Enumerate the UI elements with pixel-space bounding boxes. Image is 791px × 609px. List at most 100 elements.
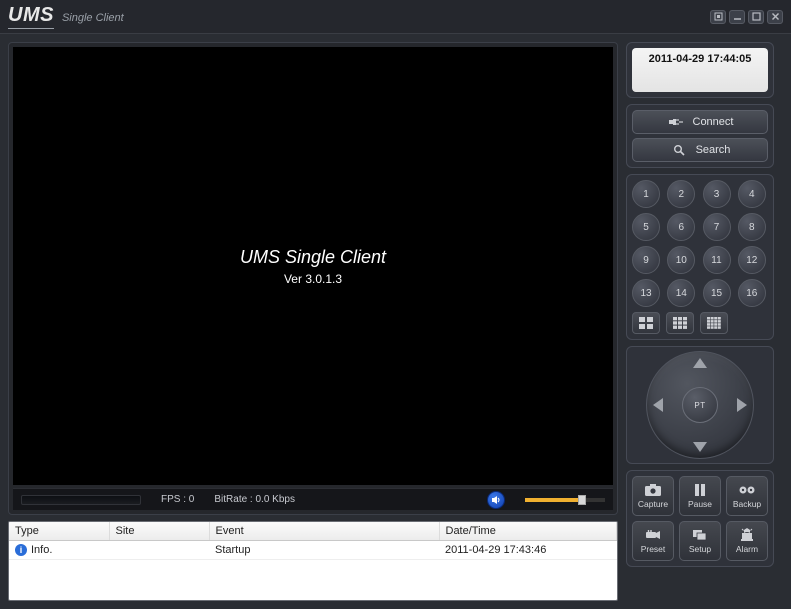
volume-thumb[interactable] <box>578 495 586 505</box>
channel-9[interactable]: 9 <box>632 246 660 274</box>
connect-label: Connect <box>693 116 734 128</box>
status-bar: FPS : 0 BitRate : 0.0 Kbps <box>13 488 613 510</box>
tool-panel: Capture Pause Backup Preset Setup <box>626 470 774 567</box>
clock-display: 2011-04-29 17:44:05 <box>632 48 768 92</box>
title-bar: UMS Single Client <box>0 0 791 34</box>
channel-panel: 1 2 3 4 5 6 7 8 9 10 11 12 13 14 15 16 <box>626 174 774 340</box>
col-site[interactable]: Site <box>109 522 209 541</box>
info-icon: i <box>15 544 27 556</box>
plug-icon <box>667 117 685 127</box>
pause-icon <box>694 484 706 496</box>
connect-button[interactable]: Connect <box>632 110 768 134</box>
cell-site <box>109 541 209 560</box>
ptz-panel: PT <box>626 346 774 464</box>
channel-2[interactable]: 2 <box>667 180 695 208</box>
minimize-button[interactable] <box>729 10 745 24</box>
arrow-right-icon <box>737 398 747 412</box>
channel-11[interactable]: 11 <box>703 246 731 274</box>
pause-label: Pause <box>688 499 712 509</box>
video-panel: UMS Single Client Ver 3.0.1.3 FPS : 0 Bi… <box>8 42 618 515</box>
layout-2x2-button[interactable] <box>632 312 660 334</box>
ptz-ring: PT <box>646 351 754 459</box>
ptz-up[interactable] <box>693 358 707 368</box>
ptz-right[interactable] <box>737 398 747 412</box>
channel-8[interactable]: 8 <box>738 213 766 241</box>
grid-2x2-icon <box>639 317 653 329</box>
channel-10[interactable]: 10 <box>667 246 695 274</box>
preset-icon <box>646 529 660 541</box>
pin-button[interactable] <box>710 10 726 24</box>
preset-label: Preset <box>641 544 666 554</box>
maximize-button[interactable] <box>748 10 764 24</box>
close-button[interactable] <box>767 10 783 24</box>
search-icon <box>670 144 688 156</box>
playback-progress[interactable] <box>21 495 141 505</box>
channel-5[interactable]: 5 <box>632 213 660 241</box>
layout-4x4-button[interactable] <box>700 312 728 334</box>
channel-4[interactable]: 4 <box>738 180 766 208</box>
col-datetime[interactable]: Date/Time <box>439 522 617 541</box>
col-type[interactable]: Type <box>9 522 109 541</box>
ptz-down[interactable] <box>693 442 707 452</box>
alarm-button[interactable]: Alarm <box>726 521 768 561</box>
event-table: Type Site Event Date/Time iInfo. Startup… <box>9 522 617 560</box>
channel-3[interactable]: 3 <box>703 180 731 208</box>
channel-1[interactable]: 1 <box>632 180 660 208</box>
backup-icon <box>739 484 755 496</box>
alarm-icon <box>741 528 753 541</box>
cell-event: Startup <box>209 541 439 560</box>
pause-button[interactable]: Pause <box>679 476 721 516</box>
video-display[interactable]: UMS Single Client Ver 3.0.1.3 <box>13 47 613 485</box>
grid-3x3-icon <box>673 317 687 329</box>
fps-readout: FPS : 0 <box>161 494 194 505</box>
setup-icon <box>693 529 707 541</box>
capture-button[interactable]: Capture <box>632 476 674 516</box>
arrow-down-icon <box>693 442 707 452</box>
col-event[interactable]: Event <box>209 522 439 541</box>
app-logo: UMS Single Client <box>8 4 124 29</box>
setup-label: Setup <box>689 544 711 554</box>
arrow-up-icon <box>693 358 707 368</box>
setup-button[interactable]: Setup <box>679 521 721 561</box>
event-log: Type Site Event Date/Time iInfo. Startup… <box>8 521 618 601</box>
channel-7[interactable]: 7 <box>703 213 731 241</box>
camera-icon <box>645 484 661 496</box>
connect-panel: Connect Search <box>626 104 774 168</box>
search-label: Search <box>696 144 731 156</box>
left-column: UMS Single Client Ver 3.0.1.3 FPS : 0 Bi… <box>8 42 618 601</box>
event-header-row: Type Site Event Date/Time <box>9 522 617 541</box>
capture-label: Capture <box>638 499 668 509</box>
cell-type: iInfo. <box>9 541 109 560</box>
channel-12[interactable]: 12 <box>738 246 766 274</box>
channel-15[interactable]: 15 <box>703 279 731 307</box>
search-button[interactable]: Search <box>632 138 768 162</box>
ptz-center[interactable]: PT <box>682 387 718 423</box>
speaker-icon <box>491 495 501 505</box>
alarm-label: Alarm <box>736 544 758 554</box>
main-area: UMS Single Client Ver 3.0.1.3 FPS : 0 Bi… <box>0 34 791 609</box>
tool-grid: Capture Pause Backup Preset Setup <box>632 476 768 561</box>
cell-datetime: 2011-04-29 17:43:46 <box>439 541 617 560</box>
channel-grid: 1 2 3 4 5 6 7 8 9 10 11 12 13 14 15 16 <box>632 180 768 307</box>
logo-text: UMS <box>8 4 54 29</box>
arrow-left-icon <box>653 398 663 412</box>
logo-subtitle: Single Client <box>62 12 124 24</box>
backup-label: Backup <box>733 499 761 509</box>
table-row[interactable]: iInfo. Startup 2011-04-29 17:43:46 <box>9 541 617 560</box>
preset-button[interactable]: Preset <box>632 521 674 561</box>
channel-13[interactable]: 13 <box>632 279 660 307</box>
audio-toggle[interactable] <box>487 491 505 509</box>
channel-6[interactable]: 6 <box>667 213 695 241</box>
splash-version: Ver 3.0.1.3 <box>284 272 342 286</box>
clock-panel: 2011-04-29 17:44:05 <box>626 42 774 98</box>
window-controls <box>710 10 783 24</box>
backup-button[interactable]: Backup <box>726 476 768 516</box>
channel-14[interactable]: 14 <box>667 279 695 307</box>
bitrate-readout: BitRate : 0.0 Kbps <box>214 494 295 505</box>
ptz-left[interactable] <box>653 398 663 412</box>
channel-16[interactable]: 16 <box>738 279 766 307</box>
right-column: 2011-04-29 17:44:05 Connect Search 1 2 3… <box>626 42 774 601</box>
layout-3x3-button[interactable] <box>666 312 694 334</box>
splash-title: UMS Single Client <box>240 247 386 268</box>
volume-slider[interactable] <box>525 498 605 502</box>
